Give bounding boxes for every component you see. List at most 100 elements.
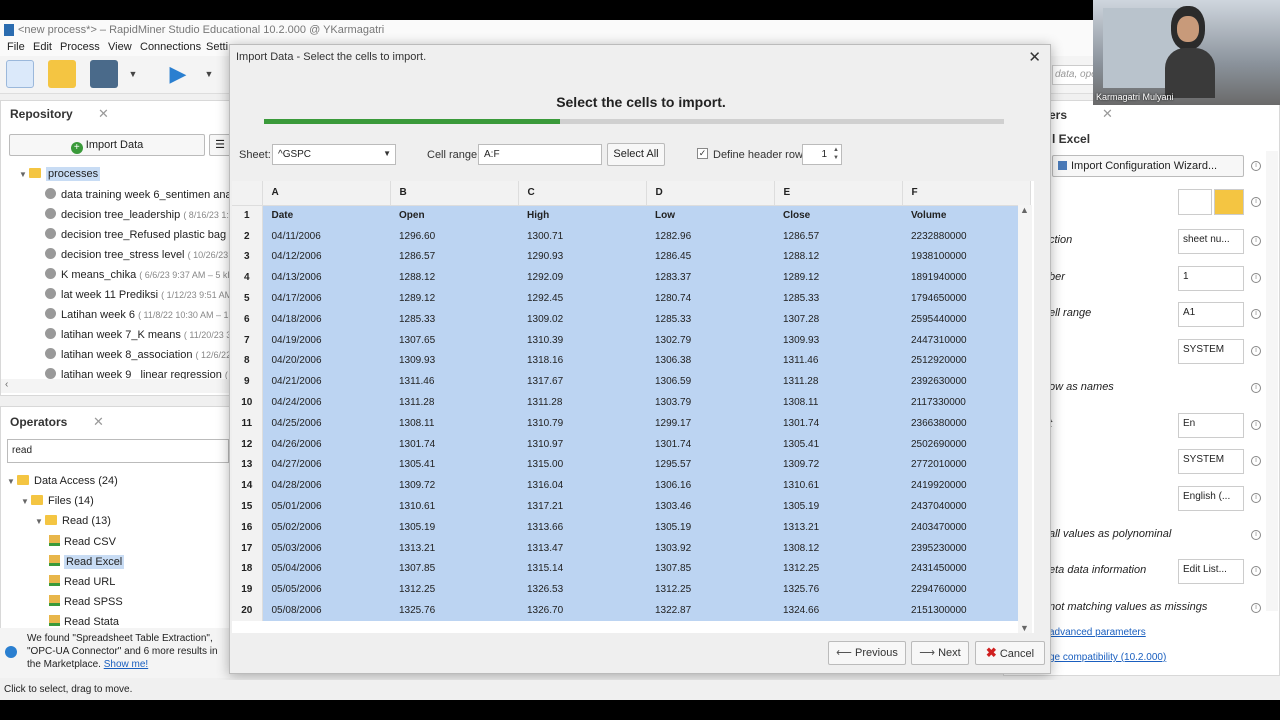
table-cell[interactable]: 1305.41 — [390, 454, 518, 476]
table-cell[interactable]: Volume — [902, 205, 1030, 226]
table-cell[interactable]: 1315.14 — [518, 558, 646, 580]
row-number[interactable]: 7 — [232, 329, 263, 351]
processes-folder[interactable]: ▼ processes — [19, 167, 101, 181]
table-cell[interactable]: 2403470000 — [902, 516, 1030, 538]
table-cell[interactable]: 2395230000 — [902, 537, 1030, 559]
table-cell[interactable]: 04/12/2006 — [262, 246, 390, 268]
repository-close-icon[interactable]: ✕ — [98, 106, 109, 122]
table-cell[interactable]: 1303.46 — [646, 496, 774, 517]
cancel-button[interactable]: ✖ Cancel — [975, 641, 1045, 665]
table-cell[interactable]: 1307.28 — [774, 308, 902, 330]
parameter-value-field[interactable]: SYSTEM — [1178, 339, 1244, 365]
operator-tree-item[interactable]: Read URL — [49, 575, 115, 588]
info-icon[interactable]: i — [1251, 529, 1261, 540]
table-cell[interactable]: 1305.41 — [774, 433, 902, 455]
table-cell[interactable]: 2437040000 — [902, 496, 1030, 517]
row-number[interactable]: 20 — [232, 600, 263, 621]
table-cell[interactable]: 1316.04 — [518, 475, 646, 497]
table-cell[interactable]: 1313.21 — [774, 516, 902, 538]
table-row[interactable]: 17 05/03/2006 1313.21 1313.47 1303.92 1308.12… — [232, 537, 1030, 559]
table-cell[interactable]: 1299.17 — [646, 412, 774, 434]
table-cell[interactable]: 2502690000 — [902, 433, 1030, 455]
table-cell[interactable]: 1313.47 — [518, 537, 646, 559]
table-cell[interactable]: 04/17/2006 — [262, 288, 390, 309]
info-icon[interactable]: i — [1251, 346, 1261, 357]
parameters-close-icon[interactable]: ✕ — [1102, 106, 1113, 122]
table-row[interactable]: 14 04/28/2006 1309.72 1316.04 1306.16 1310.61… — [232, 475, 1030, 497]
table-cell[interactable]: 1312.25 — [774, 558, 902, 580]
operator-tree-item[interactable]: ▼ Data Access (24) — [7, 475, 118, 487]
save-icon[interactable] — [90, 60, 118, 88]
table-cell[interactable]: High — [518, 205, 646, 226]
table-cell[interactable]: 1285.33 — [774, 288, 902, 309]
table-cell[interactable]: 1324.66 — [774, 600, 902, 621]
table-cell[interactable]: 1300.71 — [518, 225, 646, 247]
info-icon[interactable]: i — [1251, 603, 1261, 613]
parameter-value-field[interactable]: En — [1178, 412, 1244, 438]
cell-grid[interactable]: A B C D E F 1 Date Open High Low Close Volume 2 04/11/… — [232, 181, 1034, 633]
row-number[interactable]: 6 — [232, 308, 263, 330]
repository-hscroll[interactable]: ‹ — [1, 379, 229, 393]
table-cell[interactable]: 05/01/2006 — [262, 496, 390, 517]
table-cell[interactable]: 2447310000 — [902, 329, 1030, 351]
table-cell[interactable]: 1301.74 — [774, 412, 902, 434]
operator-tree-item[interactable]: Read Stata — [49, 615, 119, 628]
menu-edit[interactable]: Edit — [33, 41, 52, 53]
table-cell[interactable]: 1315.00 — [518, 454, 646, 476]
table-row[interactable]: 15 05/01/2006 1310.61 1317.21 1303.46 1305.19… — [232, 496, 1030, 517]
table-cell[interactable]: 05/05/2006 — [262, 579, 390, 601]
menu-process[interactable]: Process — [60, 41, 100, 53]
table-row[interactable]: 8 04/20/2006 1309.93 1318.16 1306.38 1311.46 2… — [232, 350, 1030, 372]
define-header-checkbox[interactable]: ✓ — [697, 148, 708, 159]
table-cell[interactable]: 1310.61 — [774, 475, 902, 497]
row-number[interactable]: 14 — [232, 475, 263, 497]
menu-connections[interactable]: Connections — [140, 41, 201, 53]
run-dropdown-icon[interactable]: ▼ — [200, 60, 218, 88]
operator-search-input[interactable]: read — [7, 439, 229, 463]
table-row[interactable]: 3 04/12/2006 1286.57 1290.93 1286.45 1288.12 1… — [232, 246, 1030, 268]
table-cell[interactable]: 04/27/2006 — [262, 454, 390, 476]
table-cell[interactable]: 1301.74 — [646, 433, 774, 455]
table-cell[interactable]: 04/24/2006 — [262, 392, 390, 413]
table-cell[interactable]: 1312.25 — [646, 579, 774, 601]
table-cell[interactable]: 1313.21 — [390, 537, 518, 559]
table-cell[interactable]: Open — [390, 205, 518, 226]
table-cell[interactable]: 04/25/2006 — [262, 412, 390, 434]
row-number[interactable]: 13 — [232, 454, 263, 476]
operator-tree-item[interactable]: Read Excel — [49, 555, 125, 569]
operator-tree-item[interactable]: ▼ Read (13) — [35, 515, 111, 527]
table-cell[interactable]: 1308.12 — [774, 537, 902, 559]
parameter-value-field[interactable]: A1 — [1178, 302, 1244, 328]
show-me-link[interactable]: Show me! — [104, 659, 148, 670]
column-header[interactable]: A — [262, 181, 391, 206]
row-number[interactable]: 18 — [232, 558, 263, 580]
repository-menu-icon[interactable]: ☰ — [209, 134, 231, 156]
table-cell[interactable]: 1303.79 — [646, 392, 774, 413]
table-cell[interactable]: 1309.02 — [518, 308, 646, 330]
table-row[interactable]: 13 04/27/2006 1305.41 1315.00 1295.57 1309.72… — [232, 454, 1030, 476]
advanced-parameters-link[interactable]: advanced parameters — [1049, 627, 1146, 638]
table-cell[interactable]: 1318.16 — [518, 350, 646, 372]
table-cell[interactable]: 2294760000 — [902, 579, 1030, 601]
select-all-button[interactable]: Select All — [607, 143, 665, 166]
info-icon[interactable]: i — [1251, 382, 1261, 393]
table-cell[interactable]: 1292.09 — [518, 267, 646, 289]
table-cell[interactable]: 1283.37 — [646, 267, 774, 289]
repository-item[interactable]: latihan week 7_K means ( 11/20/23 3:08 — [45, 328, 244, 341]
table-cell[interactable]: 1794650000 — [902, 288, 1030, 309]
table-cell[interactable]: 1289.12 — [390, 288, 518, 309]
table-cell[interactable]: 1308.11 — [774, 392, 902, 413]
table-cell[interactable]: 1285.33 — [390, 308, 518, 330]
parameter-value-field[interactable]: Edit List... — [1178, 559, 1244, 585]
table-cell[interactable]: 05/08/2006 — [262, 600, 390, 621]
table-cell[interactable]: 1288.12 — [390, 267, 518, 289]
scroll-down-icon[interactable]: ▼ — [1020, 623, 1029, 633]
table-cell[interactable]: 1306.38 — [646, 350, 774, 372]
row-number[interactable]: 4 — [232, 267, 263, 289]
table-cell[interactable]: 2117330000 — [902, 392, 1030, 413]
table-cell[interactable]: 1305.19 — [774, 496, 902, 517]
table-cell[interactable]: 1296.60 — [390, 225, 518, 247]
cell-range-input[interactable]: A:F — [478, 144, 602, 165]
table-cell[interactable]: 1313.66 — [518, 516, 646, 538]
table-cell[interactable]: 04/20/2006 — [262, 350, 390, 372]
